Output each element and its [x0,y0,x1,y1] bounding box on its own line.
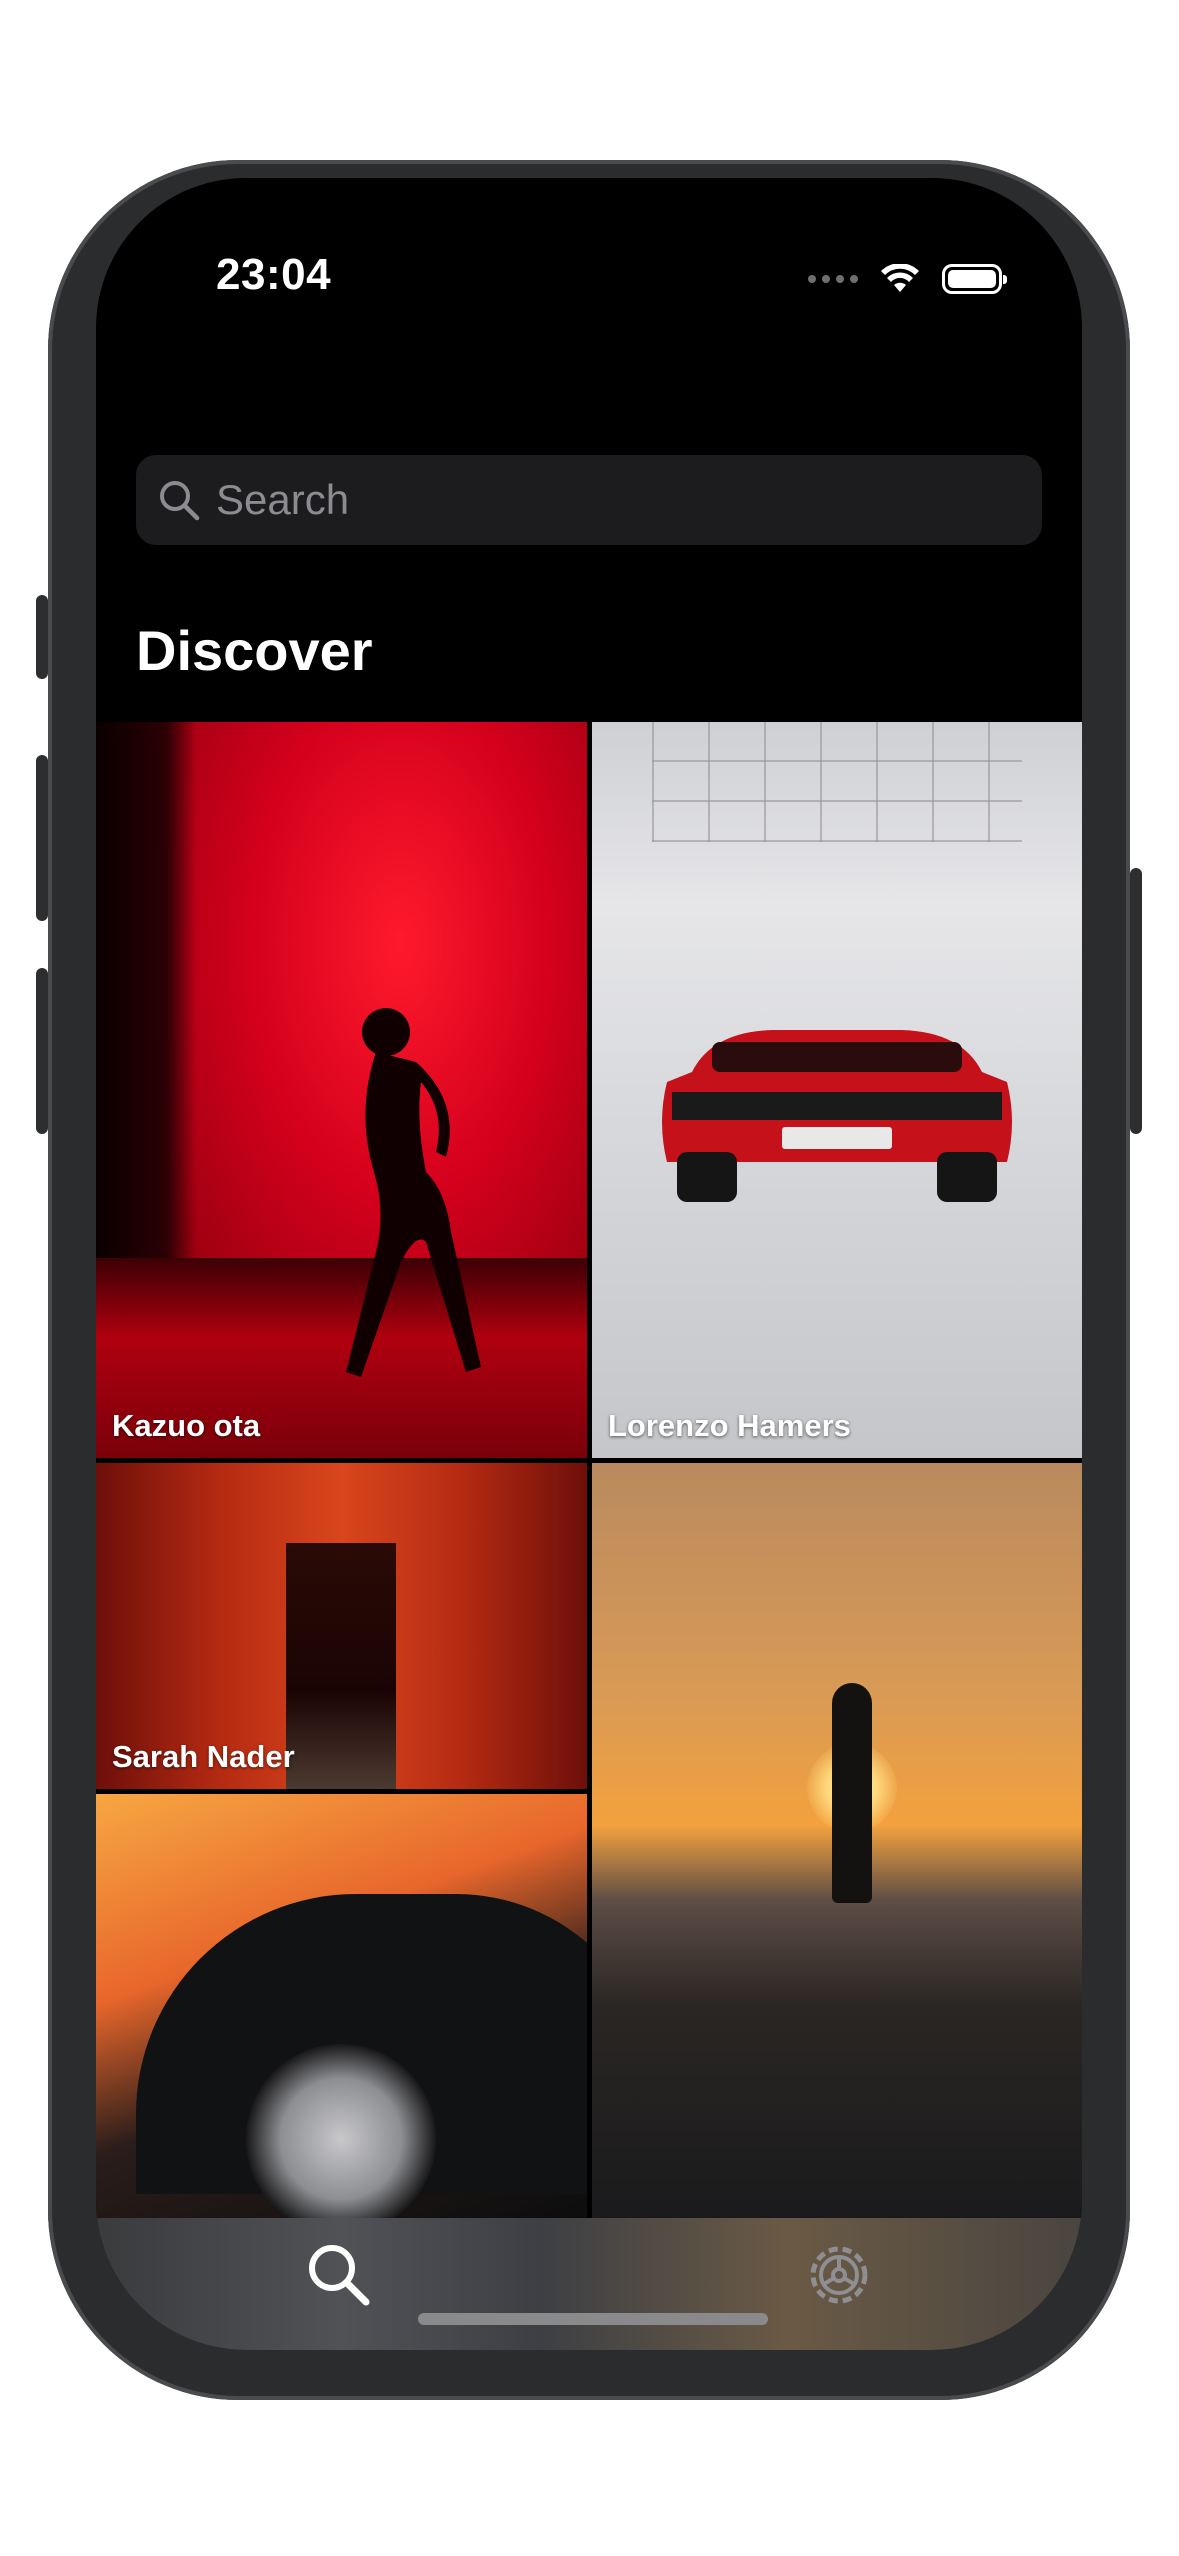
photo-credit: Sarah Nader [112,1739,295,1774]
photo-credit: Lorenzo Hamers [608,1408,851,1443]
red-car [662,1030,1012,1202]
photo-detail [652,722,1022,842]
photo-tile[interactable] [96,1794,587,2218]
photo-tile[interactable]: Kazuo ota [96,722,587,1458]
app-screen: 23:04 Search Discover Kazuo ota Lorenzo … [96,178,1082,2350]
status-time: 23:04 [216,250,332,299]
photo-credit: Kazuo ota [112,1408,261,1443]
volume-down-button [36,968,48,1134]
mute-switch [36,595,48,679]
page-title: Discover [136,619,373,682]
search-bar[interactable]: Search [136,455,1042,545]
photo-tile[interactable] [592,1463,1082,2218]
search-input[interactable]: Search [216,476,349,524]
home-indicator[interactable] [418,2313,768,2325]
photo-tile[interactable]: Sarah Nader [96,1463,587,1789]
search-icon [309,2245,370,2306]
search-icon [160,481,200,521]
cellular-signal-icon [808,275,858,283]
status-indicators [808,264,1007,294]
power-button [1130,868,1142,1134]
gear-icon [810,2246,868,2304]
tab-search[interactable] [294,2230,384,2320]
volume-up-button [36,755,48,921]
photo-tile[interactable]: Lorenzo Hamers [592,722,1082,1458]
tab-settings[interactable] [794,2230,884,2320]
tab-bar [96,2218,1082,2350]
battery-icon [942,264,1007,294]
wifi-icon [881,264,919,292]
photo-detail [286,1543,396,1789]
dancer-silhouette [346,1008,481,1377]
photo-detail [832,1683,872,1903]
